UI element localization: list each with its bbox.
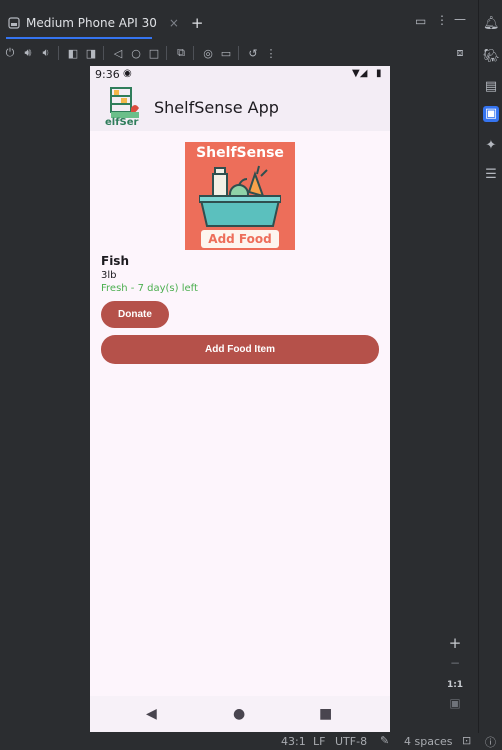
food-name: Fish xyxy=(101,254,129,268)
record-icon[interactable]: ▭ xyxy=(218,47,234,60)
food-quantity: 3lb xyxy=(101,270,117,281)
fold-icon[interactable]: ⧉ xyxy=(173,46,189,60)
logo-text: elfSer xyxy=(105,117,139,128)
toolbar-divider xyxy=(238,46,239,60)
ide-status-bar: 43:1 LF UTF-8 ✎ 4 spaces ⊡ ⓘ xyxy=(0,733,502,749)
shelfsense-banner: ShelfSense Add Food xyxy=(185,142,295,250)
nav-recents-icon[interactable]: ■ xyxy=(319,706,332,722)
right-tool-strip: 🔔︎ 🐘︎ ▤ ▣ ✦ ☰ xyxy=(478,0,502,749)
rotate-left-icon[interactable]: ◧ xyxy=(65,47,81,60)
banner-add-food-label: Add Food xyxy=(208,232,272,246)
donate-button[interactable]: Donate xyxy=(101,301,169,328)
gemini-icon[interactable]: ✦ xyxy=(483,138,499,154)
volume-up-icon[interactable]: 🔊︎ xyxy=(20,46,36,60)
line-ending[interactable]: LF xyxy=(313,735,325,748)
more-menu-icon[interactable]: ⋮ xyxy=(436,13,448,27)
toolbar-divider xyxy=(58,46,59,60)
tab-close-icon[interactable]: × xyxy=(169,16,179,30)
running-devices-icon[interactable]: ▣ xyxy=(483,106,499,122)
notification-icon: ◉ xyxy=(123,68,132,79)
app-logo: elfSer xyxy=(105,84,145,130)
volume-down-icon[interactable]: 🔉︎ xyxy=(38,46,54,60)
screenshot-icon[interactable]: ◎ xyxy=(200,47,216,60)
nav-back-icon[interactable]: ◀ xyxy=(146,706,157,722)
grocery-basket-icon xyxy=(199,165,281,227)
indent-setting[interactable]: 4 spaces xyxy=(404,735,453,748)
home-icon[interactable]: ○ xyxy=(128,47,144,60)
caret-position[interactable]: 43:1 xyxy=(281,735,306,748)
zoom-controls: + − 1:1 ▣ xyxy=(444,634,466,718)
device-icon xyxy=(8,17,20,29)
window-layout-icon[interactable]: ▭ xyxy=(415,14,426,28)
device-screen[interactable]: 9:36 ◉ ▼◢ ▮ elfSer ShelfSense App ShelfS… xyxy=(90,66,390,732)
tab-underline xyxy=(6,37,152,39)
zoom-actual-size-button[interactable]: 1:1 xyxy=(444,680,466,690)
device-manager-icon[interactable]: ▤ xyxy=(483,79,499,95)
banner-add-food-button: Add Food xyxy=(201,230,279,248)
notifications-icon[interactable]: 🔔︎ xyxy=(483,16,500,32)
wifi-signal-icon: ▼◢ xyxy=(352,68,368,79)
extended-controls-icon[interactable]: ⧈ xyxy=(452,46,468,60)
tab-add-icon[interactable]: + xyxy=(191,14,204,32)
tab-title: Medium Phone API 30 xyxy=(26,16,157,30)
back-icon[interactable]: ◁ xyxy=(110,47,126,60)
phone-clock: 9:36 xyxy=(95,68,120,81)
tab-device[interactable]: Medium Phone API 30 × + xyxy=(8,10,204,36)
freshness-status: Fresh - 7 day(s) left xyxy=(101,283,198,294)
problems-icon[interactable]: ⓘ xyxy=(485,734,496,750)
toolbar-more-icon[interactable]: ⋮ xyxy=(263,47,279,60)
gradle-icon[interactable]: 🐘︎ xyxy=(483,49,500,65)
overview-icon[interactable]: □ xyxy=(146,47,162,60)
minimize-icon[interactable]: — xyxy=(454,12,466,26)
lock-icon[interactable]: ⊡ xyxy=(462,734,471,747)
power-icon[interactable]: ⏻ xyxy=(2,46,18,60)
rotate-right-icon[interactable]: ◨ xyxy=(83,47,99,60)
banner-title: ShelfSense xyxy=(196,145,284,161)
code-style-icon[interactable]: ✎ xyxy=(380,734,389,747)
zoom-in-button[interactable]: + xyxy=(444,634,466,652)
phone-status-bar: 9:36 ◉ ▼◢ ▮ xyxy=(90,66,390,84)
emulator-toolbar: ⏻ 🔊︎ 🔉︎ ◧ ◨ ◁ ○ □ ⧉ ◎ ▭ ↺ ⋮ ⧈ xyxy=(0,40,478,66)
file-encoding[interactable]: UTF-8 xyxy=(335,735,367,748)
toolbar-divider xyxy=(103,46,104,60)
add-food-item-button[interactable]: Add Food Item xyxy=(101,335,379,364)
zoom-out-button[interactable]: − xyxy=(444,656,466,670)
app-title: ShelfSense App xyxy=(154,98,279,117)
list-item: Fish 3lb Fresh - 7 day(s) left xyxy=(101,254,381,294)
phone-nav-bar: ◀ ● ■ xyxy=(90,696,390,732)
battery-icon: ▮ xyxy=(376,68,382,79)
structure-icon[interactable]: ☰ xyxy=(483,167,499,183)
nav-home-icon[interactable]: ● xyxy=(233,706,245,722)
snapshot-icon[interactable]: ↺ xyxy=(245,47,261,60)
app-top-bar: elfSer ShelfSense App xyxy=(90,84,390,131)
toolbar-divider xyxy=(166,46,167,60)
toolbar-divider xyxy=(193,46,194,60)
zoom-fit-icon[interactable]: ▣ xyxy=(444,696,466,710)
